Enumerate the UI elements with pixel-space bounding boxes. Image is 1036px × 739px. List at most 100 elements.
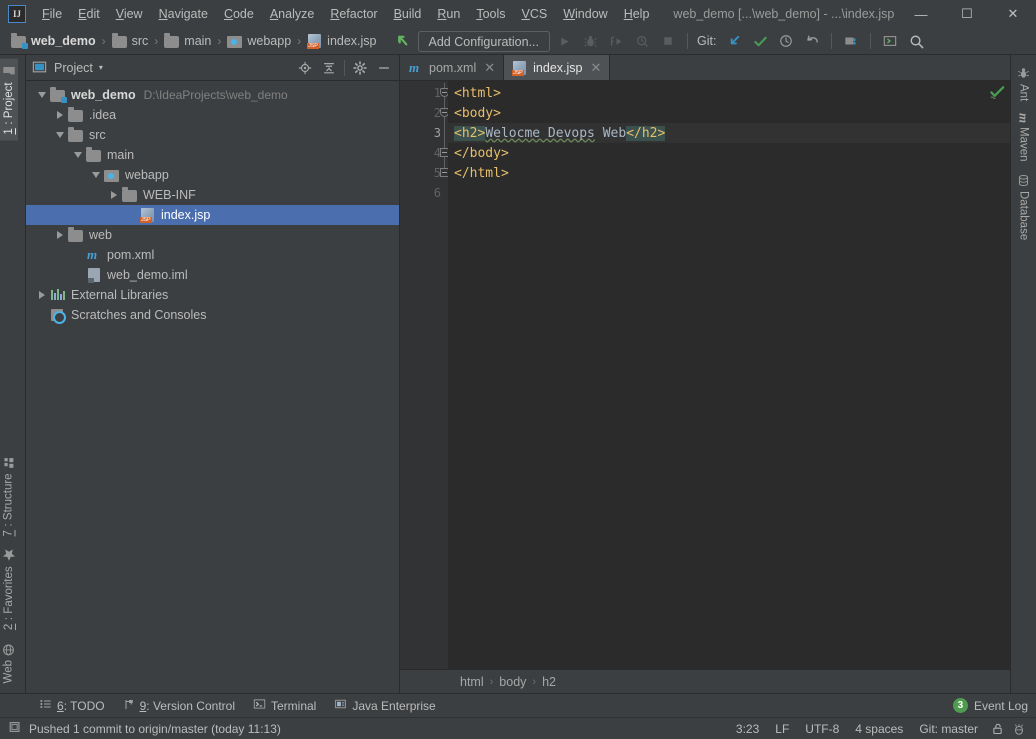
- bottom-tool-terminal[interactable]: Terminal: [244, 696, 325, 715]
- tool-window-tab-database[interactable]: Database: [1015, 168, 1032, 246]
- search-everywhere-icon[interactable]: [904, 30, 928, 52]
- code-line[interactable]: [448, 183, 1010, 203]
- editor-tab-index-jsp[interactable]: index.jsp ✕: [504, 55, 611, 80]
- tree-node-webapp[interactable]: webapp: [26, 165, 399, 185]
- project-panel-actions: [294, 58, 395, 78]
- code-line[interactable]: </body>: [448, 143, 1010, 163]
- tree-node-src[interactable]: src: [26, 125, 399, 145]
- editor-breadcrumb-body[interactable]: body: [495, 674, 530, 690]
- indent-setting[interactable]: 4 spaces: [847, 720, 911, 738]
- menu-item-code[interactable]: Code: [216, 3, 262, 25]
- tree-node-index-jsp[interactable]: index.jsp: [26, 205, 399, 225]
- maximize-button[interactable]: ☐: [944, 0, 990, 28]
- code-line[interactable]: <html>: [448, 83, 1010, 103]
- menu-item-analyze[interactable]: Analyze: [262, 3, 322, 25]
- tree-node-scratches-and-consoles[interactable]: Scratches and Consoles: [26, 305, 399, 325]
- close-icon[interactable]: ✕: [590, 60, 601, 76]
- run-icon[interactable]: [552, 30, 576, 52]
- tree-expand-arrow-icon[interactable]: [106, 191, 122, 199]
- tree-node-pom-xml[interactable]: m pom.xml: [26, 245, 399, 265]
- tree-node-external-libraries[interactable]: External Libraries: [26, 285, 399, 305]
- tool-window-tab-maven[interactable]: m Maven: [1014, 107, 1034, 168]
- git-branch[interactable]: Git: master: [911, 720, 986, 738]
- debug-icon[interactable]: [578, 30, 602, 52]
- event-log-button[interactable]: 3 Event Log: [952, 698, 1036, 713]
- bottom-tool-todo[interactable]: 6: TODO: [30, 696, 114, 715]
- run-with-coverage-icon[interactable]: [604, 30, 628, 52]
- line-separator[interactable]: LF: [767, 720, 797, 738]
- tool-window-tab-favorites[interactable]: 2: Favorites: [0, 542, 18, 636]
- tree-expand-arrow-icon[interactable]: [52, 132, 68, 138]
- history-icon[interactable]: [774, 30, 798, 52]
- tool-window-tab-structure[interactable]: 7: Structure: [0, 450, 17, 542]
- menu-item-refactor[interactable]: Refactor: [322, 3, 385, 25]
- menu-item-view[interactable]: View: [108, 3, 151, 25]
- back-arrow-icon[interactable]: [392, 30, 416, 52]
- file-encoding[interactable]: UTF-8: [797, 720, 847, 738]
- tree-node-web-demo[interactable]: web_demo D:\IdeaProjects\web_demo: [26, 85, 399, 105]
- project-structure-icon[interactable]: [839, 30, 863, 52]
- menu-item-edit[interactable]: Edit: [70, 3, 108, 25]
- close-button[interactable]: ✕: [990, 0, 1036, 28]
- tool-window-tab-ant[interactable]: Ant: [1015, 61, 1032, 107]
- tool-window-tab-web[interactable]: Web: [0, 637, 17, 689]
- locate-icon[interactable]: [294, 58, 316, 78]
- profile-icon[interactable]: [630, 30, 654, 52]
- tree-expand-arrow-icon[interactable]: [70, 152, 86, 158]
- tree-expand-arrow-icon[interactable]: [52, 111, 68, 119]
- project-folder-icon: [2, 65, 16, 78]
- rollback-icon[interactable]: [800, 30, 824, 52]
- bottom-tool-javaenterprise[interactable]: Java Enterprise: [325, 696, 444, 715]
- editor-breadcrumb-h2[interactable]: h2: [538, 674, 560, 690]
- caret-position[interactable]: 3:23: [728, 720, 767, 738]
- tree-node-web[interactable]: web: [26, 225, 399, 245]
- close-icon[interactable]: ✕: [484, 60, 495, 76]
- breadcrumb-item-index-jsp[interactable]: index.jsp: [304, 31, 379, 51]
- terminal-icon[interactable]: [878, 30, 902, 52]
- breadcrumb-item-main[interactable]: main: [161, 31, 214, 51]
- menu-item-run[interactable]: Run: [429, 3, 468, 25]
- menu-item-build[interactable]: Build: [386, 3, 430, 25]
- code-token: </body>: [454, 145, 509, 161]
- tree-node-web-inf[interactable]: WEB-INF: [26, 185, 399, 205]
- tree-node--idea[interactable]: .idea: [26, 105, 399, 125]
- status-message-group[interactable]: Pushed 1 commit to origin/master (today …: [8, 720, 281, 737]
- tree-node-web-demo-iml[interactable]: web_demo.iml: [26, 265, 399, 285]
- menu-item-file[interactable]: File: [34, 3, 70, 25]
- breadcrumb-item-webapp[interactable]: webapp: [224, 31, 294, 51]
- lock-icon[interactable]: [986, 720, 1008, 738]
- hide-icon[interactable]: [373, 58, 395, 78]
- breadcrumb-item-src[interactable]: src: [109, 31, 152, 51]
- tree-expand-arrow-icon[interactable]: [88, 172, 104, 178]
- collapse-all-icon[interactable]: [318, 58, 340, 78]
- inspector-icon[interactable]: [1008, 720, 1030, 738]
- add-configuration-button[interactable]: Add Configuration...: [417, 30, 551, 52]
- menu-item-vcs[interactable]: VCS: [514, 3, 556, 25]
- project-tree[interactable]: web_demo D:\IdeaProjects\web_demo .idea src…: [26, 81, 399, 693]
- tree-expand-arrow-icon[interactable]: [34, 291, 50, 299]
- code-line[interactable]: <h2> Welocme Devops Web </h2>: [448, 123, 1010, 143]
- chevron-down-icon[interactable]: ▾: [99, 63, 103, 72]
- editor-tab-pom-xml[interactable]: m pom.xml ✕: [400, 55, 505, 80]
- menu-item-window[interactable]: Window: [555, 3, 615, 25]
- tree-expand-arrow-icon[interactable]: [52, 231, 68, 239]
- bottom-tool-versioncontrol[interactable]: 9: Version Control: [114, 696, 244, 716]
- minimize-button[interactable]: —: [898, 0, 944, 28]
- commit-icon[interactable]: [748, 30, 772, 52]
- code-line[interactable]: <body>: [448, 103, 1010, 123]
- settings-gear-icon[interactable]: [349, 58, 371, 78]
- inspection-status-icon[interactable]: [988, 83, 1006, 101]
- code-editor[interactable]: <html> <body> <h2> Welocme Devops Web </h2> <…: [448, 81, 1010, 669]
- breadcrumb-item-web-demo[interactable]: web_demo: [8, 31, 99, 51]
- menu-item-help[interactable]: Help: [616, 3, 658, 25]
- editor-gutter[interactable]: 123456: [400, 81, 449, 669]
- stop-icon[interactable]: [656, 30, 680, 52]
- code-line[interactable]: </html>: [448, 163, 1010, 183]
- update-project-icon[interactable]: [722, 30, 746, 52]
- tree-node-main[interactable]: main: [26, 145, 399, 165]
- editor-breadcrumb-html[interactable]: html: [456, 674, 488, 690]
- menu-item-navigate[interactable]: Navigate: [151, 3, 216, 25]
- tool-window-tab-project[interactable]: 1: Project: [0, 59, 18, 141]
- tree-expand-arrow-icon[interactable]: [34, 92, 50, 98]
- menu-item-tools[interactable]: Tools: [468, 3, 513, 25]
